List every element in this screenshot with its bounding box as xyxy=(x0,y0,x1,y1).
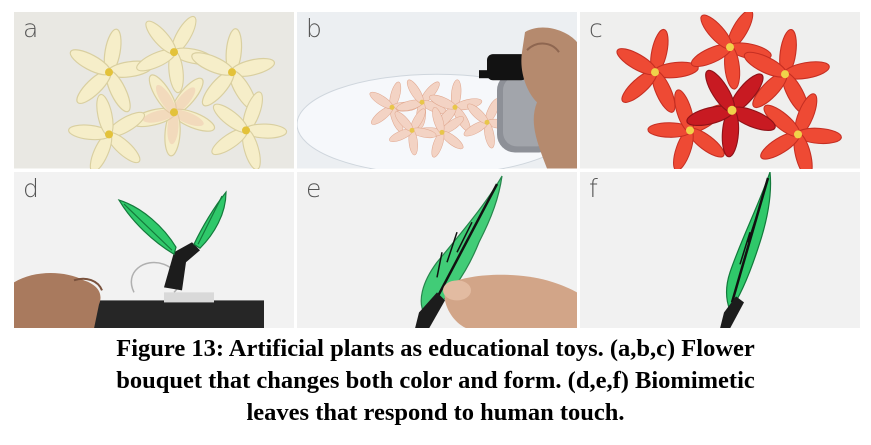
panel-label-d: d xyxy=(23,173,39,203)
panel-e: e xyxy=(297,171,577,328)
figure-panel-grid: a b c d e f xyxy=(14,12,860,328)
panel-label-e: e xyxy=(306,173,322,203)
panel-b: b xyxy=(297,12,577,169)
leaf-on-board-photo xyxy=(14,171,294,328)
spraying-flowers-photo xyxy=(297,12,577,169)
panel-label-c: c xyxy=(589,14,603,43)
caption-line-1: Figure 13: Artificial plants as educatio… xyxy=(116,335,755,362)
panel-label-f: f xyxy=(589,173,598,203)
panel-d: d xyxy=(14,171,294,328)
panel-label-a: a xyxy=(23,14,39,43)
panel-c: c xyxy=(580,12,860,169)
panel-f: f xyxy=(580,171,860,328)
caption-line-3: leaves that respond to human touch. xyxy=(246,399,625,426)
panel-label-b: b xyxy=(306,14,322,43)
caption-line-2: bouquet that changes both color and form… xyxy=(116,367,755,394)
figure-caption: Figure 13: Artificial plants as educatio… xyxy=(0,333,871,429)
leaf-folded-photo xyxy=(580,171,860,328)
leaf-touched-photo xyxy=(297,171,577,328)
cream-flowers-photo xyxy=(14,12,294,169)
red-flowers-photo xyxy=(580,12,860,169)
panel-a: a xyxy=(14,12,294,169)
